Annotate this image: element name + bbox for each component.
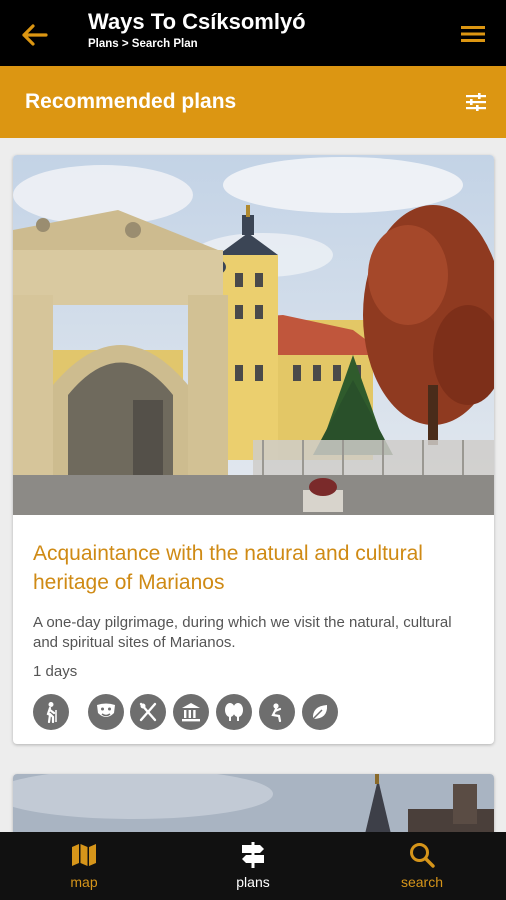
signpost-icon — [238, 841, 268, 869]
restaurant-icon — [130, 694, 166, 730]
nav-search-label: search — [400, 874, 444, 890]
search-icon — [407, 841, 437, 869]
hiking-icon — [33, 694, 69, 730]
plans-list[interactable]: Acquaintance with the natural and cultur… — [0, 138, 506, 832]
plan-card[interactable] — [13, 774, 494, 832]
plan-card[interactable]: Acquaintance with the natural and cultur… — [13, 155, 494, 744]
plan-description: A one-day pilgrimage, during which we vi… — [33, 614, 452, 651]
nav-plans-label: plans — [236, 874, 270, 890]
nav-plans[interactable]: plans — [169, 832, 337, 900]
top-app-bar: Ways To Csíksomlyó Plans > Search Plan — [0, 0, 506, 66]
nav-map[interactable]: map — [0, 832, 168, 900]
nav-search[interactable]: search — [338, 832, 506, 900]
bottom-navigation: map plans search — [0, 832, 506, 900]
menu-button[interactable] — [458, 20, 488, 48]
breadcrumb[interactable]: Plans > Search Plan — [88, 36, 306, 52]
sliders-filter-icon — [466, 93, 486, 111]
back-button[interactable] — [18, 18, 52, 52]
forest-icon — [216, 694, 252, 730]
plan-tags — [33, 694, 483, 730]
arrow-left-icon — [22, 24, 48, 46]
app-title: Ways To Csíksomlyó — [88, 9, 306, 34]
plan-photo — [13, 774, 494, 832]
leaf-icon — [302, 694, 338, 730]
plan-title[interactable]: Acquaintance with the natural and cultur… — [33, 539, 474, 597]
nav-map-label: map — [70, 874, 98, 890]
app-titles: Ways To Csíksomlyó Plans > Search Plan — [88, 8, 306, 52]
section-title: Recommended plans — [25, 90, 237, 113]
section-header: Recommended plans — [0, 66, 506, 138]
theatre-masks-icon — [88, 694, 124, 730]
map-icon — [69, 841, 99, 869]
filter-button[interactable] — [462, 88, 490, 116]
plan-card-body: Acquaintance with the natural and cultur… — [13, 515, 494, 680]
prayer-icon — [259, 694, 295, 730]
plan-photo — [13, 155, 494, 515]
plan-duration: 1 days — [33, 663, 78, 680]
hamburger-menu-icon — [461, 26, 485, 42]
museum-icon — [173, 694, 209, 730]
